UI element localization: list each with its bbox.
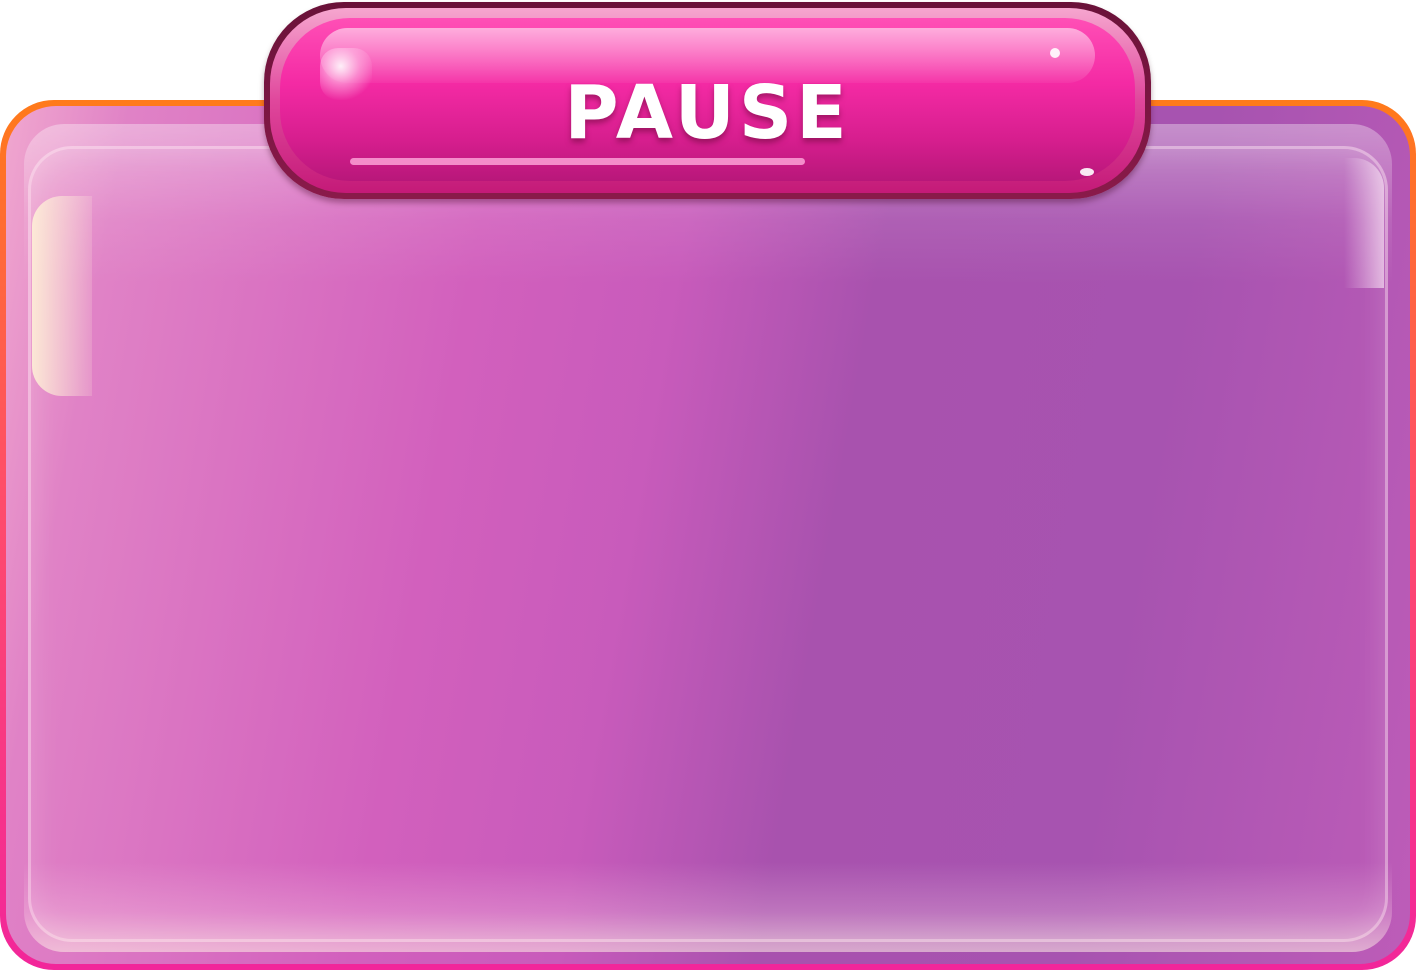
title-banner-core: PAUSE	[280, 18, 1135, 181]
pause-panel	[0, 100, 1416, 970]
panel-shine-right	[1344, 158, 1384, 288]
sparkle-icon	[1050, 48, 1060, 58]
panel-inner-rim	[28, 146, 1388, 942]
pause-screen: PAUSE	[0, 0, 1416, 972]
panel-shine-left	[32, 196, 92, 396]
pause-title-banner: PAUSE	[264, 2, 1151, 199]
pause-title: PAUSE	[564, 70, 851, 156]
title-banner-rim: PAUSE	[270, 8, 1145, 193]
pause-panel-body	[6, 106, 1410, 964]
sparkle-icon	[1080, 168, 1094, 176]
